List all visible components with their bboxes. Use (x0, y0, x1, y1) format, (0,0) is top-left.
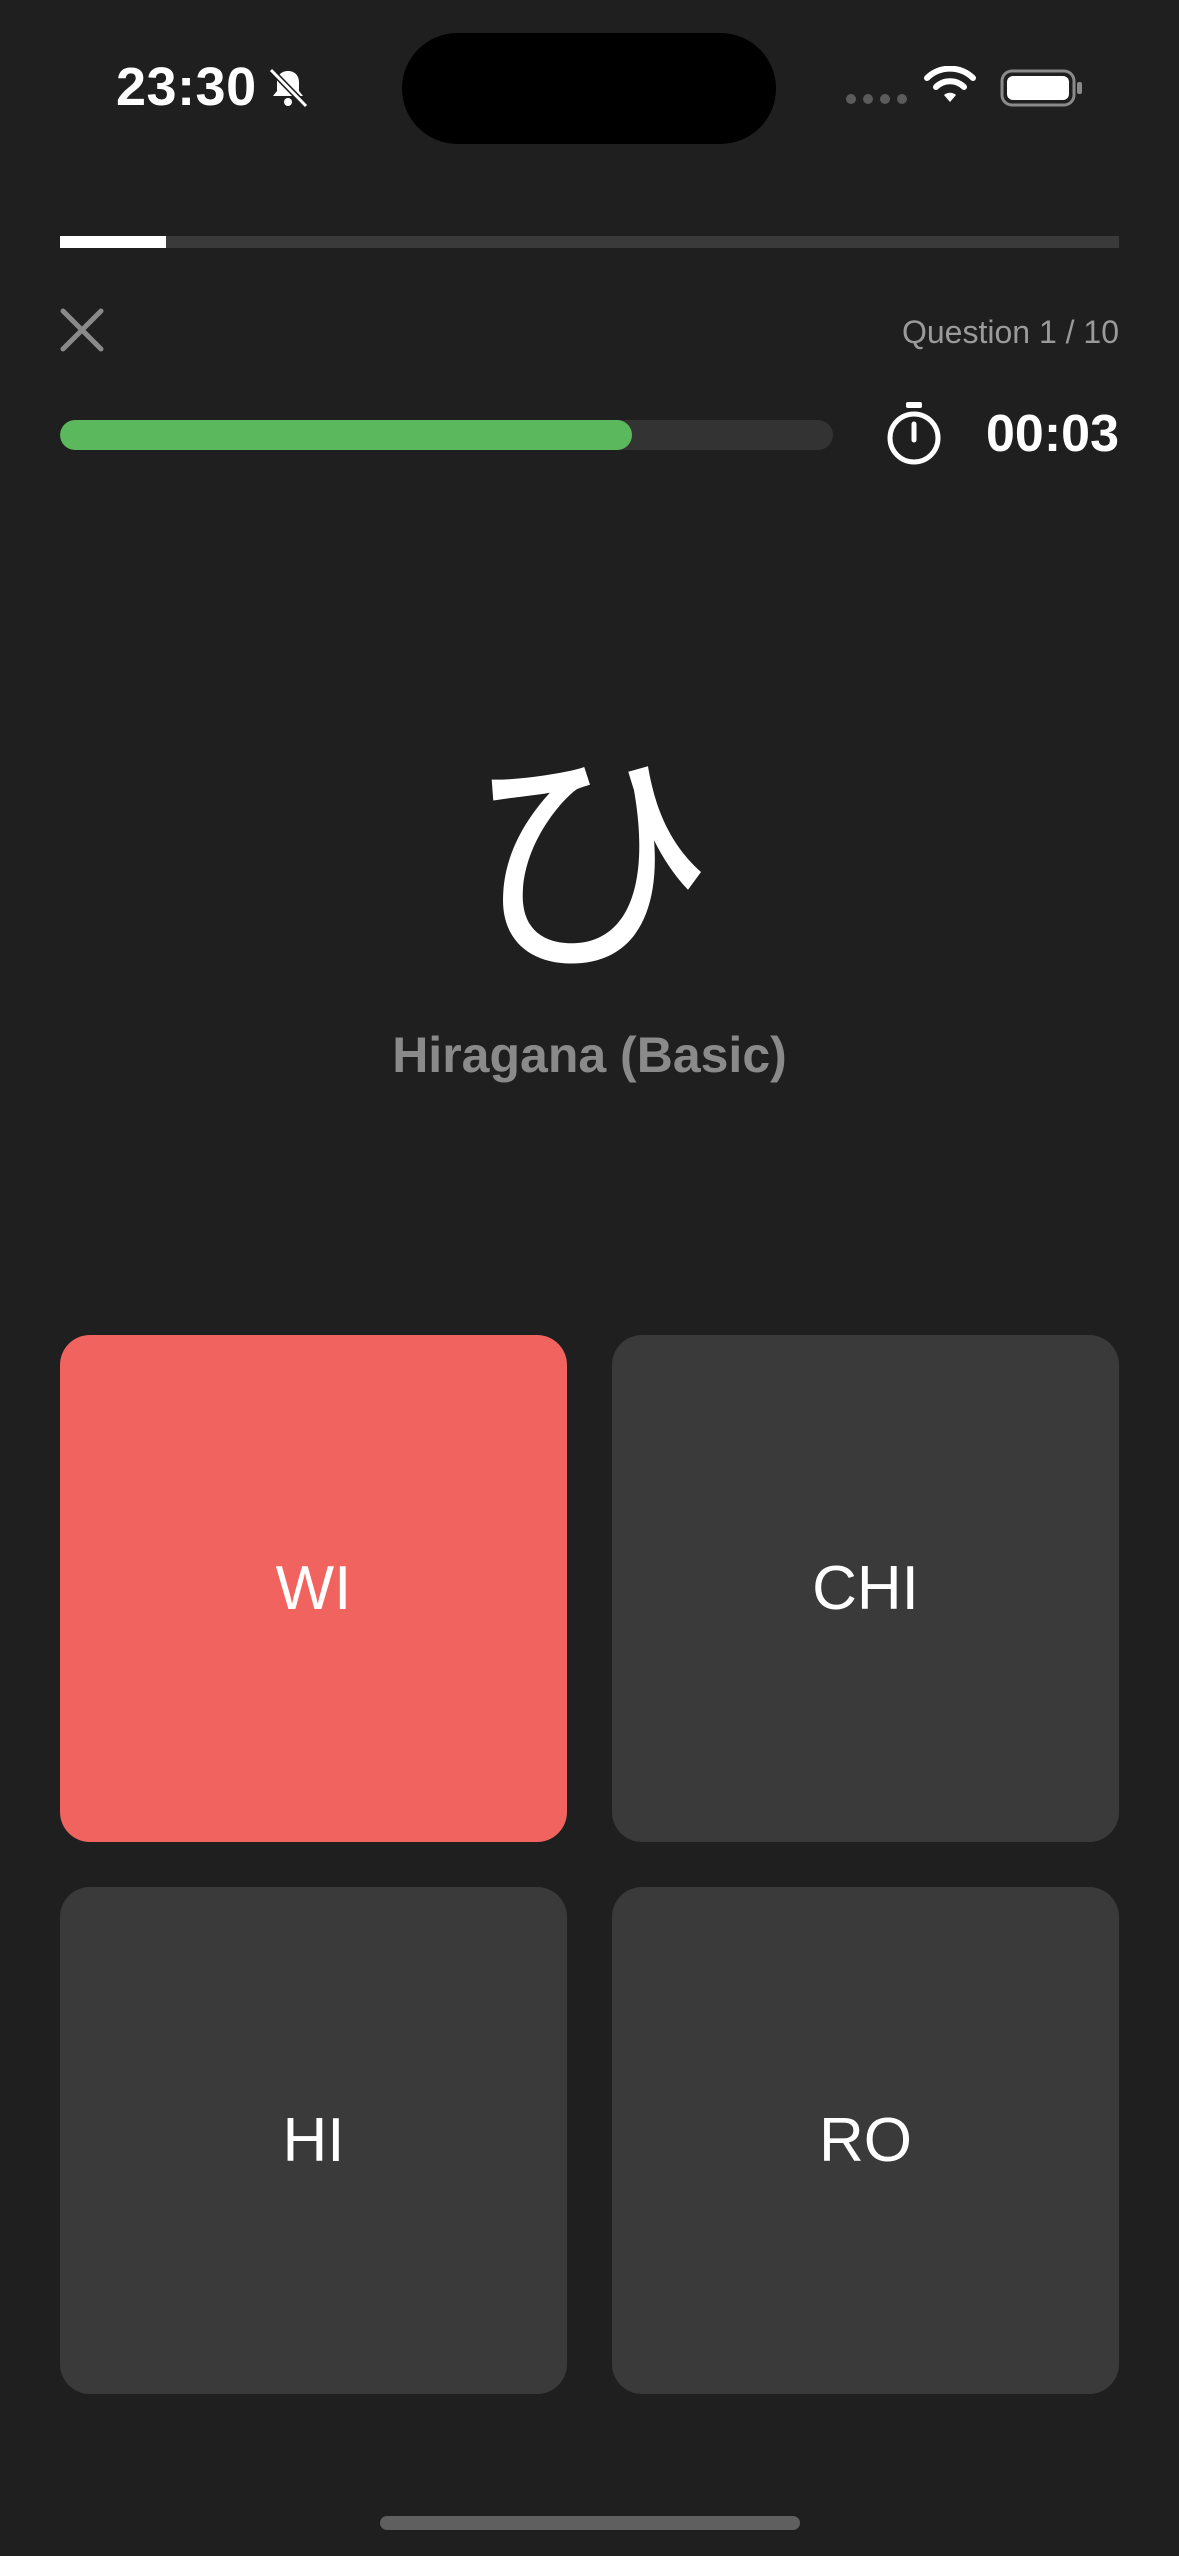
quiz-progress-fill (60, 236, 166, 248)
stopwatch-icon (887, 402, 941, 465)
close-icon (60, 308, 104, 352)
status-time: 23:30 (116, 57, 257, 117)
battery-icon (1000, 69, 1082, 107)
answer-button-2[interactable]: CHI (612, 1335, 1119, 1842)
signal-dots-icon (846, 94, 907, 104)
timer-text: 00:03 (986, 405, 1119, 463)
set-label: Hiragana (Basic) (392, 1027, 787, 1083)
answer-button-4[interactable]: RO (612, 1887, 1119, 2394)
answer-button-1[interactable]: WI (60, 1335, 567, 1842)
kana-character: ひ (464, 719, 715, 1010)
wifi-icon (924, 66, 976, 102)
time-remaining-fill (60, 420, 633, 450)
time-remaining-bar (60, 420, 833, 450)
bell-slash-icon (268, 67, 309, 109)
dynamic-island (402, 33, 776, 144)
close-button[interactable] (52, 300, 112, 360)
quiz-progress-bar (60, 236, 1119, 248)
home-indicator (380, 2516, 800, 2530)
question-counter: Question 1 / 10 (901, 314, 1119, 350)
answer-button-3[interactable]: HI (60, 1887, 567, 2394)
